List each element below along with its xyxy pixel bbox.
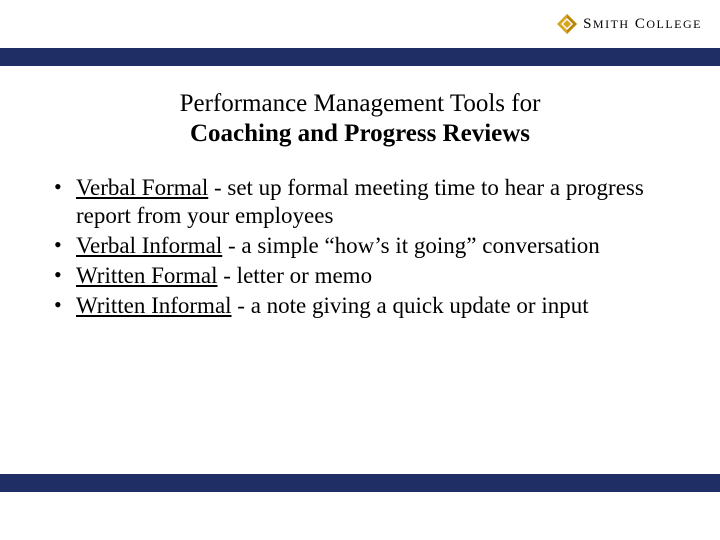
bullet-term: Verbal Formal	[76, 175, 208, 200]
bullet-text: - letter or memo	[218, 263, 373, 288]
list-item: Written Formal - letter or memo	[48, 262, 672, 290]
bullet-text: - a note giving a quick update or input	[232, 293, 589, 318]
list-item: Verbal Informal - a simple “how’s it goi…	[48, 232, 672, 260]
bullet-list: Verbal Formal - set up formal meeting ti…	[48, 174, 672, 320]
brand-name: SMITH COLLEGE	[583, 16, 702, 33]
slide: SMITH COLLEGE Performance Management Too…	[0, 0, 720, 540]
title-line-2: Coaching and Progress Reviews	[60, 120, 660, 148]
bullet-term: Verbal Informal	[76, 233, 222, 258]
slide-body: Verbal Formal - set up formal meeting ti…	[0, 174, 720, 320]
list-item: Written Informal - a note giving a quick…	[48, 292, 672, 320]
header-area: SMITH COLLEGE	[0, 0, 720, 48]
slide-title: Performance Management Tools for Coachin…	[0, 90, 720, 148]
top-bar	[0, 48, 720, 66]
list-item: Verbal Formal - set up formal meeting ti…	[48, 174, 672, 230]
bullet-text: - a simple “how’s it going” conversation	[222, 233, 600, 258]
brand: SMITH COLLEGE	[557, 14, 702, 34]
bullet-term: Written Informal	[76, 293, 232, 318]
bottom-bar	[0, 474, 720, 492]
bullet-term: Written Formal	[76, 263, 218, 288]
brand-diamond-icon	[557, 14, 577, 34]
title-line-1: Performance Management Tools for	[60, 90, 660, 118]
